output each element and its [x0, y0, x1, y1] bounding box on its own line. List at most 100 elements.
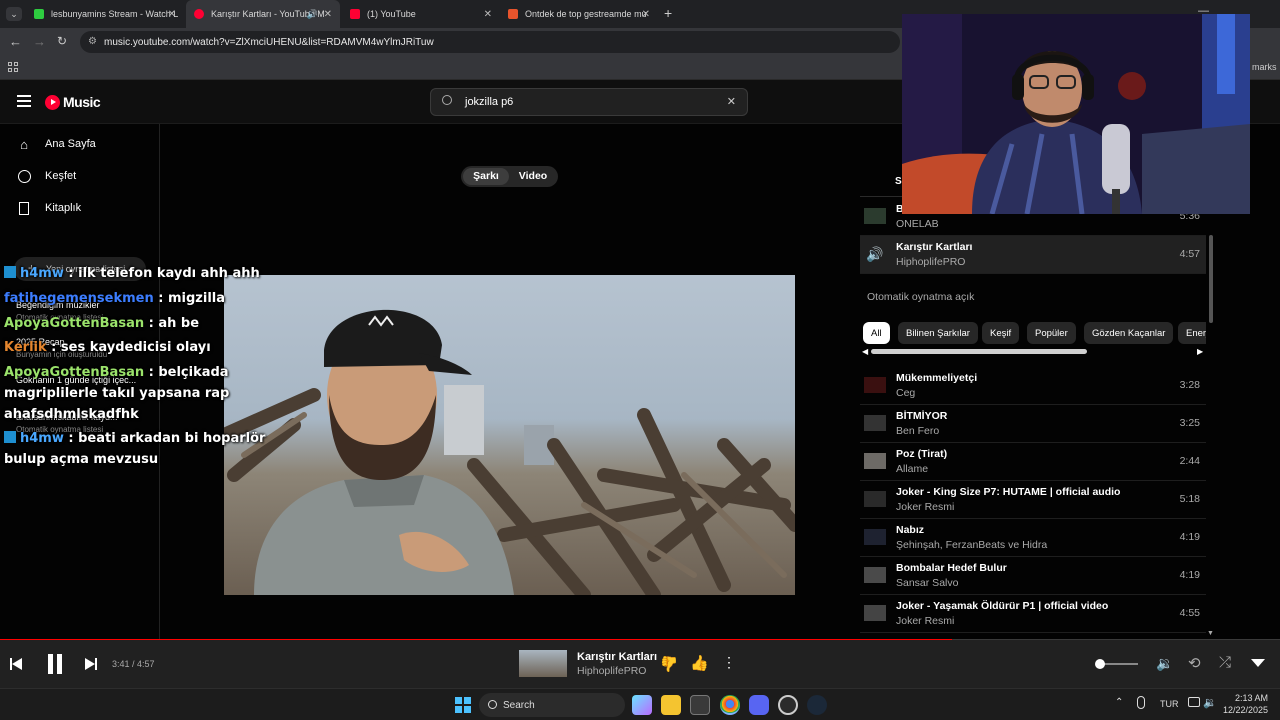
- queue-row[interactable]: Nabız Şehinşah, FerzanBeats ve Hidra 4:1…: [860, 519, 1206, 557]
- tab-list-button[interactable]: ⌄: [6, 7, 22, 21]
- now-playing-title[interactable]: Karıştır Kartları: [577, 651, 657, 663]
- track-title: Poz (Tirat): [896, 448, 948, 460]
- windows-start-icon[interactable]: [455, 697, 471, 713]
- repeat-icon[interactable]: ⟲: [1188, 654, 1201, 672]
- chat-message: h4mw : ilk telefon kaydı ahh ahh: [4, 266, 260, 281]
- language-indicator[interactable]: TUR: [1160, 699, 1179, 709]
- next-icon[interactable]: [85, 657, 99, 671]
- sidebar-item-label: Ana Sayfa: [45, 138, 96, 150]
- microphone-icon[interactable]: [1137, 696, 1145, 709]
- volume-slider[interactable]: [1095, 659, 1138, 669]
- video-toggle[interactable]: Video: [511, 168, 555, 185]
- queue-row[interactable]: Joker - Yaşamak Öldürür P1 | official vi…: [860, 595, 1206, 633]
- video-player[interactable]: [224, 275, 795, 595]
- scroll-down-icon[interactable]: ▼: [1207, 630, 1214, 637]
- speaker-tray-icon[interactable]: 🔉: [1203, 696, 1217, 709]
- track-artist: ONELAB: [896, 218, 939, 230]
- more-options-icon[interactable]: ⋮: [722, 654, 736, 671]
- new-tab-button[interactable]: +: [664, 5, 672, 21]
- tab-stream[interactable]: lesbunyamins Stream - Watch L ✕: [26, 0, 184, 28]
- search-input[interactable]: jokzilla p6 ✕: [430, 88, 748, 116]
- ytmusic-logo[interactable]: Music: [45, 94, 101, 110]
- chip-overlooked[interactable]: Gözden Kaçanlar: [1084, 322, 1174, 344]
- forward-icon[interactable]: →: [33, 34, 46, 49]
- apps-icon[interactable]: [8, 62, 18, 72]
- taskbar-search[interactable]: Search: [479, 693, 625, 717]
- chip-bar: All Bilinen Şarkılar Keşif Popüler Gözde…: [860, 318, 1206, 358]
- chat-message: ApoyaGottenBasan : ah be: [4, 316, 199, 331]
- close-icon[interactable]: ✕: [168, 9, 176, 20]
- queue-tab[interactable]: S: [895, 176, 902, 187]
- sidebar-item-library[interactable]: Kitaplık: [16, 198, 81, 218]
- queue-row[interactable]: Bombalar Hedef Bulur Sansar Salvo 4:19: [860, 557, 1206, 595]
- discord-icon[interactable]: [749, 695, 769, 715]
- sidebar-item-explore[interactable]: Keşfet: [16, 166, 76, 186]
- now-playing-thumbnail[interactable]: [519, 650, 567, 677]
- song-video-toggle: Şarkı Video: [461, 166, 558, 187]
- chip-discover[interactable]: Keşif: [982, 322, 1020, 344]
- store-icon[interactable]: [690, 695, 710, 715]
- tab-ontdek[interactable]: Ontdek de top gestreamde mu ✕: [500, 0, 658, 28]
- close-icon[interactable]: ✕: [324, 9, 332, 20]
- chip-energy[interactable]: Enerj: [1178, 322, 1206, 344]
- back-icon[interactable]: ←: [9, 34, 22, 49]
- pause-icon[interactable]: [46, 653, 64, 675]
- queue-row[interactable]: Mükemmeliyetçi Ceg 3:28: [860, 367, 1206, 405]
- queue-row[interactable]: BİTMİYOR Ben Fero 3:25: [860, 405, 1206, 443]
- scroll-right-icon[interactable]: ▶: [1197, 347, 1203, 356]
- youtube-icon: [350, 9, 360, 19]
- tray-overflow-icon[interactable]: ⌃: [1115, 697, 1123, 708]
- chip-known[interactable]: Bilinen Şarkılar: [898, 322, 978, 344]
- close-icon[interactable]: ✕: [484, 9, 492, 20]
- tab-youtube[interactable]: (1) YouTube ✕: [342, 0, 500, 28]
- chrome-icon[interactable]: [720, 695, 740, 715]
- kick-icon: [34, 9, 44, 19]
- url-field[interactable]: ⚙ music.youtube.com/watch?v=ZlXmciUHENU&…: [80, 31, 900, 53]
- previous-icon[interactable]: [10, 657, 24, 671]
- queue-row-current[interactable]: 🔊 Karıştır Kartları HiphoplifePRO 4:57: [860, 236, 1206, 274]
- track-artist: Ceg: [896, 387, 916, 399]
- sidebar: ⌂ Ana Sayfa Keşfet Kitaplık + Yeni oynat…: [0, 124, 160, 640]
- like-icon[interactable]: 👍: [690, 654, 709, 672]
- volume-icon[interactable]: 🔉: [1156, 655, 1173, 672]
- track-duration: 3:28: [1179, 379, 1200, 391]
- reload-icon[interactable]: ↻: [57, 34, 67, 48]
- chat-user: fatihegemensekmen: [4, 291, 154, 306]
- close-icon[interactable]: ✕: [642, 9, 650, 20]
- clear-search-icon[interactable]: ✕: [727, 95, 736, 108]
- track-thumbnail: [864, 605, 886, 621]
- file-explorer-icon[interactable]: [661, 695, 681, 715]
- queue-scrollbar[interactable]: [1209, 235, 1213, 323]
- home-icon: ⌂: [20, 136, 28, 152]
- network-icon[interactable]: [1188, 697, 1200, 707]
- app-icon[interactable]: [778, 695, 798, 715]
- copilot-icon[interactable]: [632, 695, 652, 715]
- steam-icon[interactable]: [807, 695, 827, 715]
- track-artist: Joker Resmi: [896, 501, 955, 513]
- queue-row[interactable]: Joker - King Size P7: HUTAME | official …: [860, 481, 1206, 519]
- bookmarks-label[interactable]: marks: [1252, 62, 1277, 72]
- chip-popular[interactable]: Popüler: [1027, 322, 1076, 344]
- chip-scrollbar[interactable]: [871, 349, 1087, 354]
- volume-knob[interactable]: [1095, 659, 1105, 669]
- shuffle-icon[interactable]: ⤮: [1219, 654, 1231, 671]
- now-playing-artist[interactable]: HiphoplifePRO: [577, 665, 646, 677]
- dislike-icon[interactable]: 👍: [660, 655, 679, 673]
- menu-icon[interactable]: [17, 95, 31, 107]
- track-title: Nabız: [896, 524, 925, 536]
- sidebar-item-home[interactable]: ⌂ Ana Sayfa: [16, 134, 96, 154]
- chip-all[interactable]: All: [863, 322, 890, 344]
- chat-user: ApoyaGottenBasan: [4, 365, 145, 380]
- site-info-icon[interactable]: ⚙: [88, 36, 97, 47]
- queue-row[interactable]: Poz (Tirat) Allame 2:44: [860, 443, 1206, 481]
- expand-player-icon[interactable]: [1251, 659, 1265, 667]
- chat-text: : migzilla: [153, 291, 225, 306]
- search-icon: [488, 700, 497, 709]
- scroll-left-icon[interactable]: ◀: [862, 347, 868, 356]
- track-duration: 4:19: [1179, 531, 1200, 543]
- clock[interactable]: 2:13 AM 12/22/2025: [1220, 692, 1268, 716]
- chat-text: : ses kaydedicisi olayı: [46, 340, 211, 355]
- song-toggle[interactable]: Şarkı: [463, 168, 509, 185]
- speaker-icon[interactable]: 🔊: [307, 9, 318, 20]
- tab-ytmusic[interactable]: Karıştır Kartları - YouTube M 🔊 ✕: [186, 0, 340, 28]
